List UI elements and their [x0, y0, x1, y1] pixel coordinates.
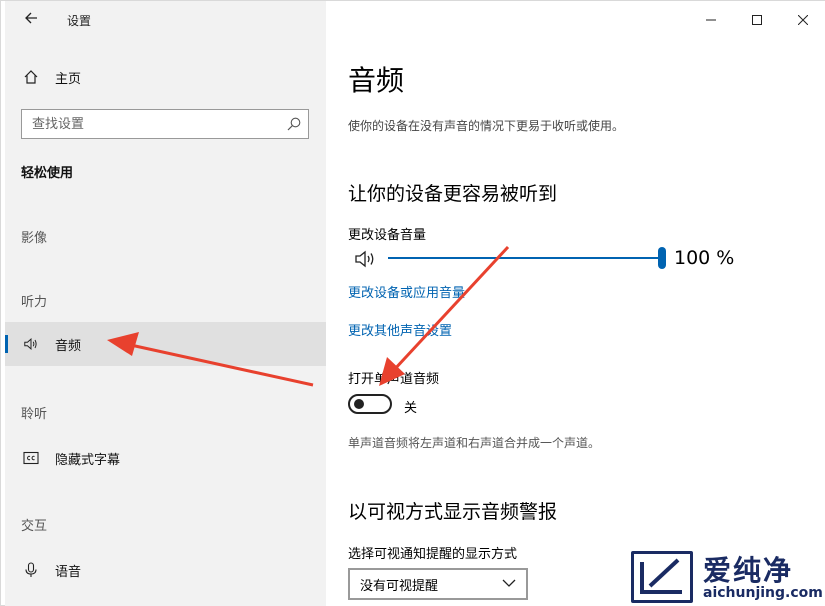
- settings-window: 设置 主页 轻松使用 影像 听力 音频: [0, 0, 825, 606]
- watermark: 爱纯净 aichunjing.com: [631, 549, 823, 605]
- search-input[interactable]: [22, 110, 272, 138]
- sidebar-item-audio[interactable]: 音频: [5, 322, 326, 366]
- app-title: 设置: [67, 14, 92, 28]
- dropdown-value: 没有可视提醒: [360, 578, 439, 594]
- watermark-logo-icon: [631, 551, 693, 603]
- sidebar-item-captions[interactable]: 隐藏式字幕: [5, 436, 326, 480]
- window-controls: [688, 1, 825, 39]
- close-button[interactable]: [780, 1, 825, 39]
- group-label-hearing: 听力: [21, 295, 48, 310]
- group-label-vision: 影像: [21, 231, 48, 246]
- volume-slider[interactable]: [388, 257, 663, 259]
- section-heading-hearing: 让你的设备更容易被听到: [348, 183, 558, 205]
- toggle-knob: [354, 399, 364, 409]
- sidebar-item-speech[interactable]: 语音: [5, 548, 326, 592]
- sidebar-item-label: 音频: [55, 338, 82, 354]
- watermark-url: aichunjing.com: [703, 585, 823, 601]
- speaker-icon: [355, 250, 374, 268]
- group-label-listening: 聆听: [21, 407, 48, 422]
- mono-audio-toggle[interactable]: [348, 394, 392, 414]
- group-label-interaction: 交互: [21, 519, 48, 534]
- titlebar-left: 设置: [5, 1, 326, 39]
- sidebar-item-label: 主页: [55, 71, 82, 87]
- volume-row: 100 %: [354, 245, 804, 273]
- chevron-down-icon: [502, 579, 516, 587]
- page-title: 音频: [348, 64, 405, 97]
- minimize-icon: [706, 19, 716, 21]
- sidebar: 设置 主页 轻松使用 影像 听力 音频: [5, 1, 326, 606]
- toggle-state-text: 关: [404, 401, 418, 416]
- main-content: 音频 使你的设备在没有声音的情况下更易于收听或使用。 让你的设备更容易被听到 更…: [326, 1, 825, 606]
- section-heading-visual-alerts: 以可视方式显示音频警报: [348, 501, 558, 523]
- link-change-app-volume[interactable]: 更改设备或应用音量: [348, 282, 465, 301]
- close-icon: [798, 15, 808, 25]
- minimize-button[interactable]: [688, 1, 734, 39]
- microphone-icon: [23, 562, 39, 578]
- volume-slider-thumb[interactable]: [658, 247, 666, 269]
- volume-value: 100 %: [674, 247, 735, 269]
- volume-label: 更改设备音量: [348, 228, 427, 243]
- back-arrow-icon: [25, 12, 37, 24]
- speaker-icon: [23, 336, 39, 352]
- sidebar-item-label: 隐藏式字幕: [55, 452, 121, 468]
- link-other-sound-settings[interactable]: 更改其他声音设置: [348, 320, 452, 339]
- cc-icon: [23, 450, 39, 466]
- watermark-brand: 爱纯净: [703, 554, 794, 587]
- visual-alert-label: 选择可视通知提醒的显示方式: [348, 547, 518, 562]
- back-button[interactable]: [19, 9, 43, 31]
- mono-audio-label: 打开单声道音频: [348, 372, 440, 387]
- page-description: 使你的设备在没有声音的情况下更易于收听或使用。: [348, 119, 625, 133]
- search-icon[interactable]: [286, 116, 302, 132]
- sidebar-item-label: 语音: [55, 564, 82, 580]
- home-icon: [23, 69, 39, 85]
- visual-alert-dropdown[interactable]: 没有可视提醒: [348, 568, 528, 600]
- maximize-icon: [752, 15, 762, 25]
- mono-audio-description: 单声道音频将左声道和右声道合并成一个声道。: [348, 436, 601, 450]
- sidebar-item-home[interactable]: 主页: [5, 55, 326, 99]
- maximize-button[interactable]: [734, 1, 780, 39]
- section-title: 轻松使用: [21, 166, 74, 181]
- search-box[interactable]: [21, 109, 309, 139]
